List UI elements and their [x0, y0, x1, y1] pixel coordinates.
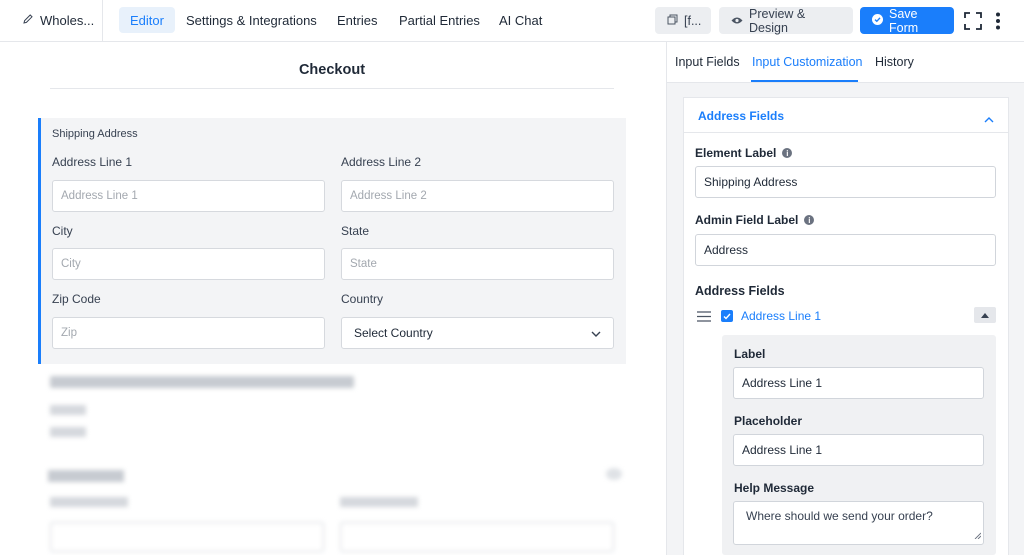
country-select[interactable]: Select Country — [341, 317, 614, 349]
drag-handle-icon[interactable] — [697, 310, 711, 325]
blurred-field-label — [340, 497, 418, 507]
address-fields-heading: Address Fields — [695, 284, 785, 298]
tab-partial-entries[interactable]: Partial Entries — [388, 7, 491, 33]
info-icon[interactable]: i — [804, 215, 815, 225]
sub-label-title: Label — [734, 347, 766, 361]
blurred-question — [50, 376, 354, 388]
preview-label: Preview & Design — [749, 6, 806, 35]
resize-handle-icon[interactable] — [974, 528, 982, 542]
fullscreen-icon[interactable] — [961, 9, 985, 33]
section-title: Shipping Address — [52, 128, 138, 140]
sub-placeholder-input[interactable]: Address Line 1 — [733, 434, 984, 466]
save-form-button[interactable]: Save Form — [860, 6, 954, 35]
tab-settings-integrations[interactable]: Settings & Integrations — [175, 7, 328, 33]
more-options-icon[interactable] — [986, 9, 1010, 33]
preview-design-button[interactable]: Preview & Design — [719, 6, 853, 35]
admin-label-heading: Admin Field Label i — [695, 213, 815, 227]
shortcode-button[interactable]: [f... — [655, 7, 711, 34]
admin-label-input[interactable]: Address — [695, 234, 996, 266]
address-line-2-input[interactable]: Address Line 2 — [341, 180, 614, 212]
sub-placeholder-title: Placeholder — [734, 414, 803, 428]
field-label-address-line-2: Address Line 2 — [341, 155, 422, 169]
address-line-1-input[interactable]: Address Line 1 — [52, 180, 325, 212]
state-input[interactable]: State — [341, 248, 614, 280]
blurred-input — [340, 522, 614, 552]
blurred-radio-option — [50, 405, 86, 415]
tab-editor[interactable]: Editor — [119, 7, 175, 33]
sub-help-title: Help Message — [734, 481, 815, 495]
address-line-1-toggle[interactable]: Address Line 1 — [741, 309, 821, 323]
pencil-icon — [22, 13, 34, 28]
tab-entries[interactable]: Entries — [326, 7, 388, 33]
field-label-zip-code: Zip Code — [52, 292, 101, 306]
shortcode-label: [f... — [684, 13, 702, 28]
copy-icon — [667, 14, 678, 28]
card-title: Address Fields — [698, 109, 785, 123]
title-divider — [50, 88, 614, 89]
blurred-field-label — [50, 497, 128, 507]
help-message-textarea[interactable]: Where should we send your order? — [733, 501, 984, 545]
city-input[interactable]: City — [52, 248, 325, 280]
chevron-down-icon — [591, 326, 601, 340]
element-label-text: Element Label — [695, 146, 777, 160]
sub-label-input[interactable]: Address Line 1 — [733, 367, 984, 399]
tab-input-fields[interactable]: Input Fields — [675, 55, 740, 69]
top-bar: Wholes... Editor Settings & Integrations… — [0, 0, 1024, 42]
admin-label-text: Admin Field Label — [695, 213, 799, 227]
country-select-value: Select Country — [354, 326, 433, 340]
field-label-address-line-1: Address Line 1 — [52, 155, 133, 169]
save-label: Save Form — [889, 6, 919, 35]
form-name-button[interactable]: Wholes... — [0, 0, 103, 41]
form-name: Wholes... — [40, 13, 95, 28]
zip-input[interactable]: Zip — [52, 317, 325, 349]
info-icon[interactable]: i — [782, 148, 793, 158]
element-label-heading: Element Label i — [695, 146, 793, 160]
chevron-up-icon[interactable] — [984, 111, 994, 126]
field-label-state: State — [341, 224, 370, 238]
check-circle-icon — [872, 13, 883, 28]
blurred-section-title — [48, 470, 124, 482]
tab-ai-chat[interactable]: AI Chat — [488, 7, 553, 33]
address-line-1-checkbox[interactable] — [721, 310, 733, 322]
form-title: Checkout — [298, 62, 366, 78]
help-message-text: Where should we send your order? — [746, 509, 933, 523]
blurred-icon — [606, 468, 622, 480]
eye-icon — [731, 14, 743, 28]
blurred-radio-option — [50, 427, 86, 437]
tab-history[interactable]: History — [875, 55, 914, 69]
element-label-input[interactable]: Shipping Address — [695, 166, 996, 198]
blurred-input — [50, 522, 324, 552]
field-label-country: Country — [341, 292, 384, 306]
field-label-city: City — [52, 224, 73, 238]
collapse-button[interactable] — [974, 307, 996, 323]
tab-input-customization[interactable]: Input Customization — [752, 55, 862, 69]
